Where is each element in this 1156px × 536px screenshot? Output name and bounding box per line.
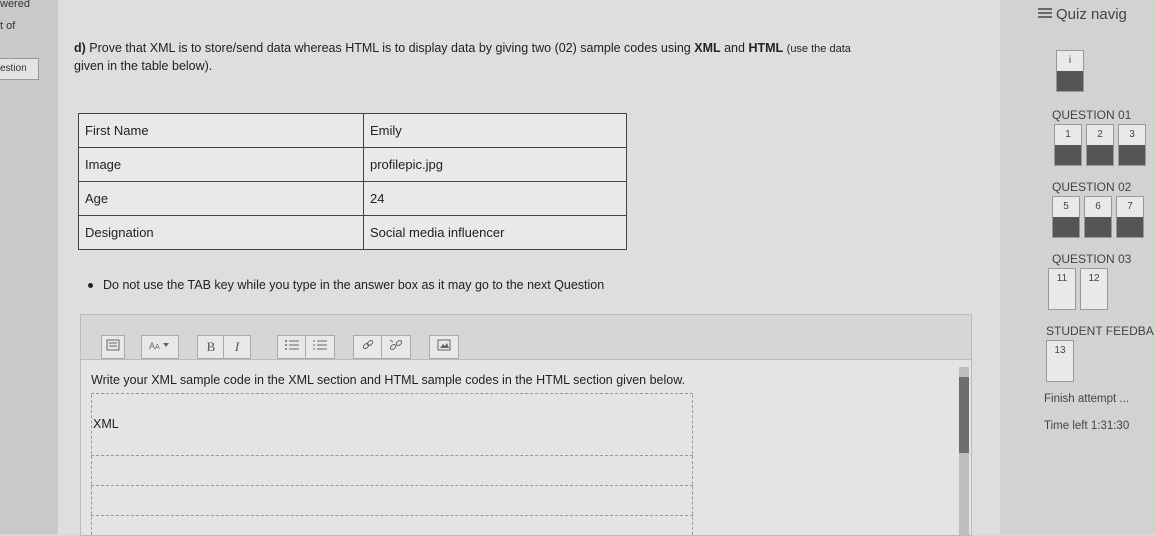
divider (91, 515, 693, 516)
question-content: d) Prove that XML is to store/send data … (58, 0, 1000, 536)
finish-attempt-link[interactable]: Finish attempt ... (1044, 393, 1129, 405)
nav-button-7[interactable]: 7 (1116, 196, 1144, 238)
flag-question-button[interactable]: estion (0, 58, 39, 80)
table-cell-value: profilepic.jpg (363, 147, 627, 182)
table-cell-label: First Name (78, 113, 364, 148)
scrollbar-thumb[interactable] (959, 377, 969, 453)
table-cell-label: Designation (78, 215, 364, 250)
html-keyword: HTML (748, 41, 784, 55)
editor-toolbar: AA B I (81, 315, 971, 360)
bold-button[interactable]: B (197, 335, 225, 359)
table-cell-value: Emily (363, 113, 627, 148)
xml-section-label: XML (93, 417, 119, 431)
nav-button-12[interactable]: 12 (1080, 268, 1108, 310)
section-title: QUESTION 01 (1052, 108, 1132, 122)
section-title: QUESTION 02 (1052, 180, 1132, 194)
xml-section[interactable] (91, 395, 693, 535)
table-cell-label: Image (78, 147, 364, 182)
unlink-icon[interactable] (381, 335, 411, 359)
nav-button-6[interactable]: 6 (1084, 196, 1112, 238)
nav-button-13[interactable]: 13 (1046, 340, 1074, 382)
table-row: First Name Emily (78, 113, 627, 148)
unordered-list-icon[interactable] (277, 335, 307, 359)
section-title: STUDENT FEEDBA (1046, 324, 1154, 338)
table-cell-value: 24 (363, 181, 627, 216)
toolbar-toggle-icon[interactable] (101, 335, 125, 359)
nav-button-2[interactable]: 2 (1086, 124, 1114, 166)
insert-image-icon[interactable] (429, 335, 459, 359)
answered-label: wered (0, 0, 30, 10)
nav-button-5[interactable]: 5 (1052, 196, 1080, 238)
question-body: Prove that XML is to store/send data whe… (89, 41, 691, 55)
quiz-navigation: Quiz navig i QUESTION 01 1 2 3 QUESTION … (1000, 0, 1156, 534)
bullet-icon (88, 283, 93, 289)
table-cell-value: Social media influencer (363, 215, 627, 250)
time-left: Time left 1:31:30 (1044, 420, 1130, 432)
nav-button-info[interactable]: i (1056, 50, 1084, 92)
question-line2: given in the table below). (74, 59, 213, 73)
ordered-list-icon[interactable] (305, 335, 335, 359)
xml-keyword: XML (694, 41, 721, 55)
nav-button-1[interactable]: 1 (1054, 124, 1082, 166)
svg-text:A: A (155, 344, 160, 351)
tab-key-note: Do not use the TAB key while you type in… (88, 278, 604, 292)
italic-button[interactable]: I (223, 335, 251, 359)
and-word: and (724, 41, 745, 55)
data-table: First Name Emily Image profilepic.jpg Ag… (78, 113, 627, 250)
section-title: QUESTION 03 (1052, 252, 1132, 266)
divider (91, 393, 693, 394)
question-text: d) Prove that XML is to store/send data … (74, 40, 974, 75)
left-panel: wered t of estion (0, 0, 58, 534)
nav-button-3[interactable]: 3 (1118, 124, 1146, 166)
editor-scrollbar[interactable] (959, 367, 969, 535)
note-text: Do not use the TAB key while you type in… (103, 278, 605, 292)
table-row: Image profilepic.jpg (78, 147, 627, 182)
question-part: d) (74, 41, 86, 55)
answer-editor[interactable]: AA B I Write your XML sample code in the… (80, 314, 972, 536)
hamburger-icon[interactable] (1038, 6, 1052, 23)
nav-button-11[interactable]: 11 (1048, 268, 1076, 310)
nav-title-text: Quiz navig (1056, 6, 1127, 23)
editor-instruction: Write your XML sample code in the XML se… (91, 373, 686, 387)
table-row: Age 24 (78, 181, 627, 216)
divider (91, 485, 693, 486)
paragraph-style-icon[interactable]: AA (141, 335, 179, 359)
question-paren: (use the data (786, 43, 851, 55)
table-cell-label: Age (78, 181, 364, 216)
quiz-nav-title: Quiz navig (1038, 6, 1127, 23)
table-row: Designation Social media influencer (78, 215, 627, 250)
marks-label: t of (0, 20, 16, 32)
link-icon[interactable] (353, 335, 383, 359)
divider (91, 455, 693, 456)
